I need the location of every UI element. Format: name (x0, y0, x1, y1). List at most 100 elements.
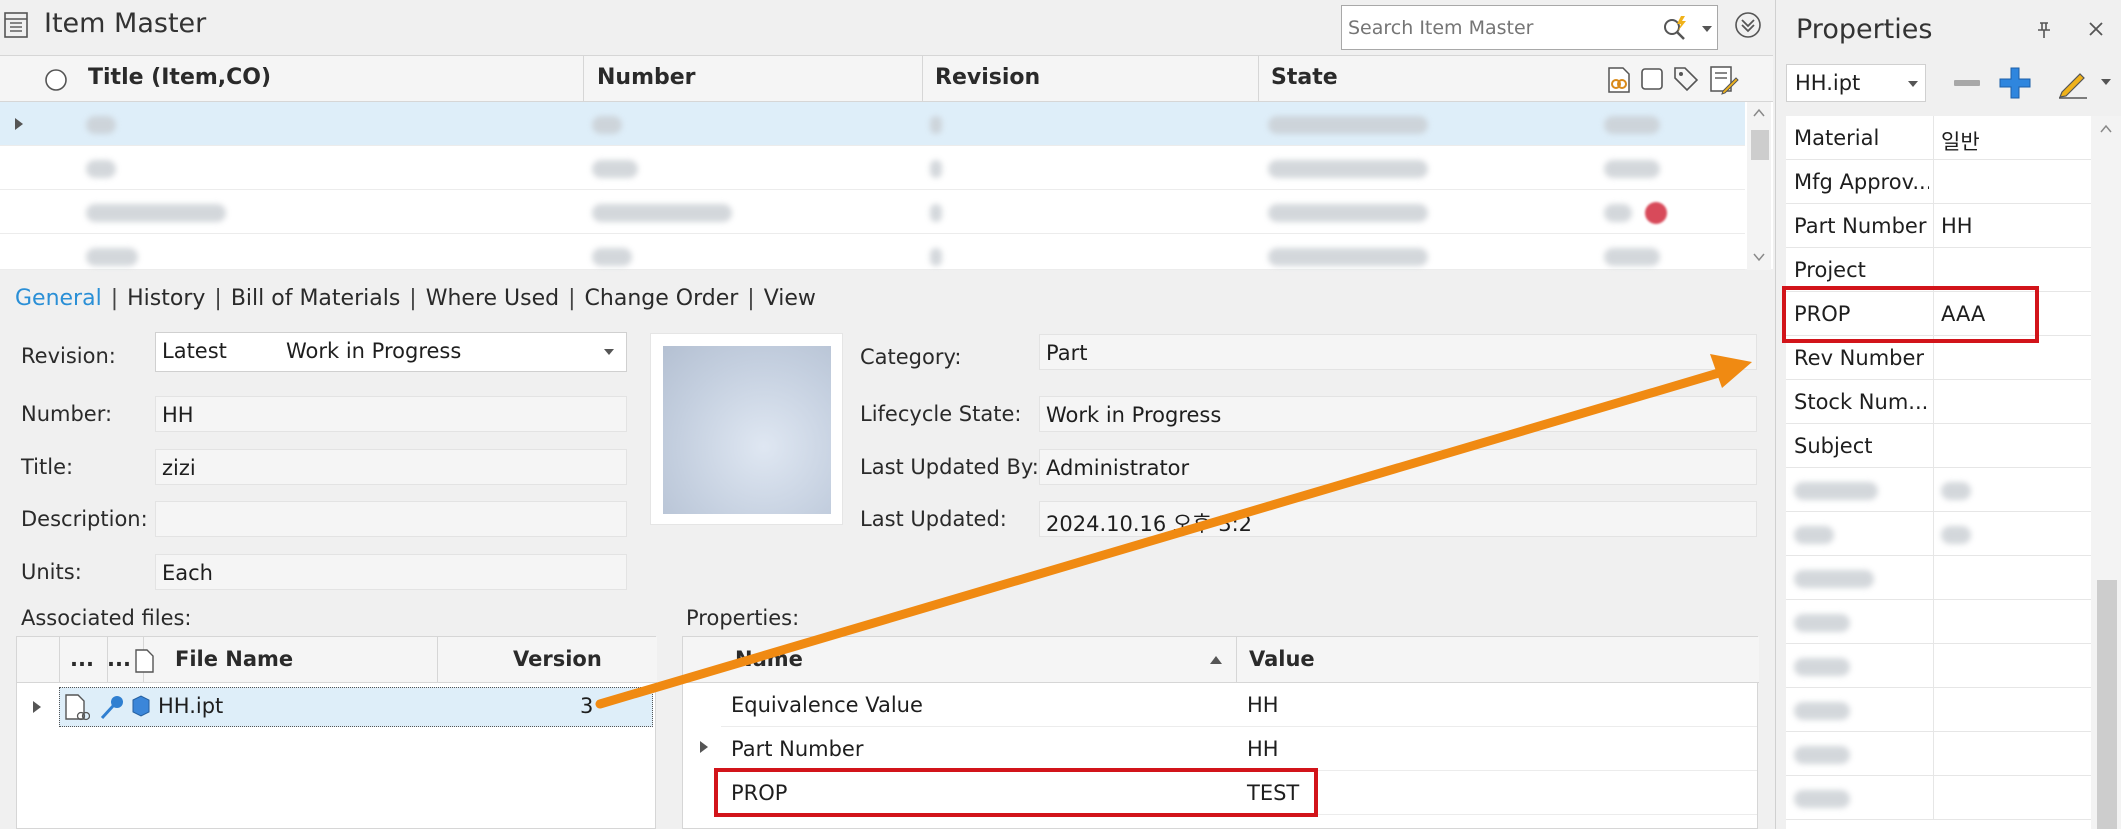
scroll-up-icon[interactable] (2100, 124, 2112, 134)
checkbox-column-icon[interactable] (1640, 67, 1664, 91)
tab-where-used[interactable]: Where Used (423, 286, 562, 311)
close-icon[interactable] (2087, 20, 2105, 38)
property-name: Equivalence Value (731, 693, 923, 717)
properties-scrollbar[interactable] (2091, 116, 2121, 829)
pin-icon[interactable] (2034, 20, 2054, 40)
category-label: Category: (860, 345, 962, 369)
list-item[interactable] (1786, 644, 2091, 688)
tab-view[interactable]: View (761, 286, 819, 311)
property-row[interactable]: Equivalence Value HH (721, 683, 1757, 727)
list-item[interactable]: Mfg Approv... (1786, 160, 2091, 204)
column-header-version[interactable]: Version (513, 647, 602, 671)
tab-separator: | (747, 285, 755, 311)
search-box[interactable] (1341, 5, 1718, 50)
search-icon[interactable] (1660, 14, 1690, 44)
detail-tabs: General | History | Bill of Materials | … (12, 283, 819, 313)
tab-bill-of-materials[interactable]: Bill of Materials (228, 286, 403, 311)
column-header-more-1[interactable]: ... (70, 647, 94, 671)
description-field (155, 501, 627, 537)
chevron-down-icon[interactable] (1907, 80, 1919, 88)
column-header-revision[interactable]: Revision (935, 65, 1040, 90)
last-updated-label: Last Updated: (860, 507, 1007, 531)
column-header-state[interactable]: State (1271, 65, 1338, 90)
column-header-title[interactable]: Title (Item,CO) (88, 65, 271, 90)
column-header-file-name[interactable]: File Name (175, 647, 293, 671)
grid-scrollbar[interactable] (1747, 102, 1771, 270)
title-field: zizi (155, 449, 627, 485)
table-row[interactable] (0, 234, 1745, 270)
add-icon[interactable] (1998, 66, 2032, 100)
status-dot (1645, 202, 1667, 224)
column-divider (1236, 637, 1237, 683)
chevron-down-icon[interactable] (2100, 78, 2112, 86)
list-item[interactable] (1786, 468, 2091, 512)
tab-history[interactable]: History (124, 286, 208, 311)
list-item[interactable] (1786, 556, 2091, 600)
list-item[interactable] (1786, 512, 2091, 556)
expand-row-icon[interactable] (699, 741, 709, 753)
property-name: Project (1794, 258, 1866, 282)
file-select-value: HH.ipt (1795, 71, 1861, 95)
tab-general[interactable]: General (12, 286, 105, 311)
key-icon (100, 696, 123, 720)
number-field: HH (155, 396, 627, 432)
select-all-radio-icon[interactable] (44, 68, 68, 92)
last-updated-field: 2024.10.16 오후 3:2 (1039, 501, 1757, 537)
chevron-down-icon[interactable] (1701, 24, 1713, 34)
edit-icon[interactable] (2056, 66, 2090, 100)
scroll-down-icon[interactable] (1753, 252, 1765, 262)
table-row[interactable] (0, 102, 1745, 146)
list-item[interactable]: Material 일반 (1786, 116, 2091, 160)
description-label: Description: (21, 507, 148, 531)
property-name: Part Number (731, 737, 864, 761)
tab-change-order[interactable]: Change Order (582, 286, 742, 311)
edit-list-icon[interactable] (1709, 65, 1739, 95)
properties-grid-header: Name Value (683, 637, 1759, 683)
list-item[interactable] (1786, 600, 2091, 644)
file-status-icon[interactable] (1606, 66, 1632, 94)
scroll-thumb[interactable] (2097, 580, 2117, 829)
property-row[interactable]: Part Number HH (721, 727, 1757, 771)
column-header-name[interactable]: Name (735, 647, 803, 671)
file-name: HH.ipt (158, 694, 224, 718)
scroll-thumb[interactable] (1751, 130, 1769, 160)
column-divider (59, 637, 60, 683)
revision-value: Latest (162, 339, 227, 363)
file-select[interactable]: HH.ipt (1786, 64, 1926, 102)
column-header-number[interactable]: Number (597, 65, 696, 90)
scroll-up-icon[interactable] (1753, 108, 1765, 118)
table-row[interactable] (0, 146, 1745, 190)
units-field: Each (155, 554, 627, 590)
list-item[interactable]: Part Number HH (1786, 204, 2091, 248)
list-item[interactable]: Subject (1786, 424, 2091, 468)
list-item[interactable] (1786, 732, 2091, 776)
property-value: HH (1247, 737, 1279, 761)
chevron-down-icon[interactable] (603, 348, 615, 356)
updated-by-label: Last Updated By: (860, 455, 1039, 479)
tab-separator: | (409, 285, 417, 311)
highlight-box-prop-test (714, 768, 1318, 817)
list-item[interactable] (1786, 688, 2091, 732)
search-input[interactable] (1348, 14, 1648, 42)
collapse-icon[interactable] (1734, 11, 1762, 39)
expand-row-icon[interactable] (32, 701, 42, 713)
property-name: Stock Num... (1794, 390, 1929, 414)
lifecycle-label: Lifecycle State: (860, 402, 1022, 426)
column-header-value[interactable]: Value (1249, 647, 1315, 671)
grid-header: Title (Item,CO) Number Revision State (0, 56, 1773, 102)
tag-icon[interactable] (1672, 65, 1700, 93)
sort-ascending-icon[interactable] (1209, 655, 1223, 665)
column-header-more-2[interactable]: ... (107, 647, 131, 671)
list-item[interactable]: Stock Num... (1786, 380, 2091, 424)
property-name: Mfg Approv... (1794, 170, 1929, 194)
file-row[interactable]: HH.ipt 3 (59, 687, 653, 727)
tab-separator: | (568, 285, 576, 311)
revision-select[interactable]: Latest Work in Progress (155, 332, 627, 372)
title-bar: Item Master (0, 0, 1761, 54)
updated-by-field: Administrator (1039, 449, 1757, 485)
remove-icon[interactable] (1952, 72, 1982, 94)
list-item[interactable] (1786, 776, 2091, 820)
table-row[interactable] (0, 190, 1745, 234)
category-field: Part (1039, 334, 1757, 370)
revision-label: Revision: (21, 344, 116, 368)
